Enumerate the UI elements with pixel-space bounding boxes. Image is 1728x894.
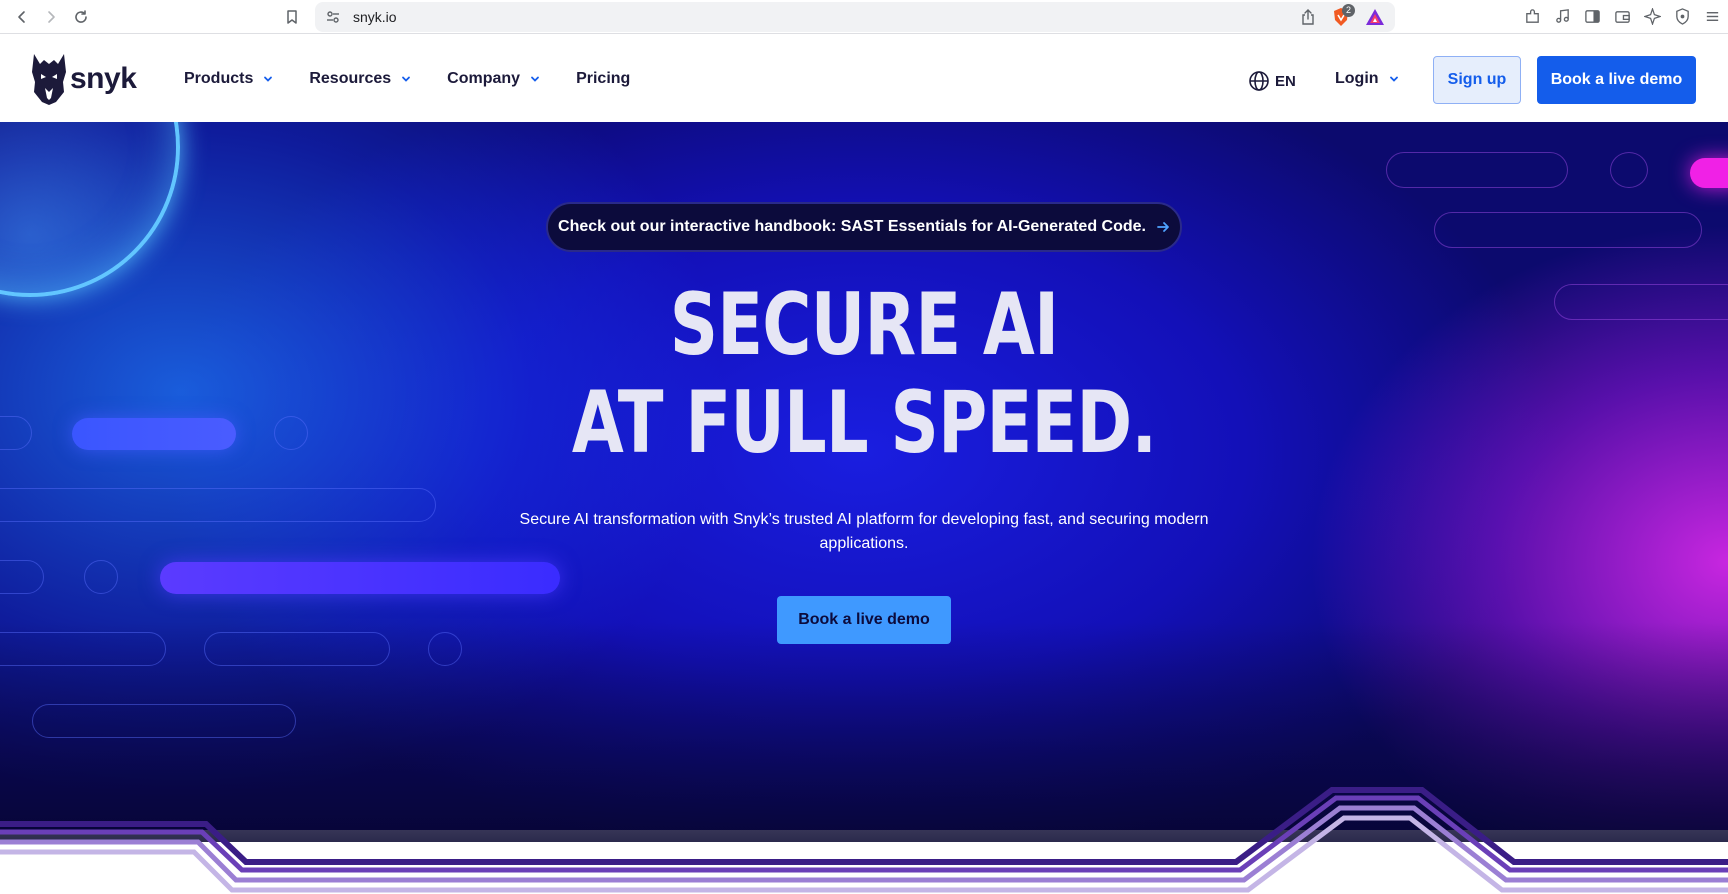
language-selector[interactable]: EN [1248, 70, 1296, 92]
site-header: snyk Products Resources Company Pricing … [0, 34, 1728, 122]
sidebar-icon[interactable] [1582, 6, 1602, 26]
login-label: Login [1335, 70, 1379, 87]
chevron-down-icon [264, 76, 273, 82]
reload-icon[interactable] [70, 6, 92, 28]
snyk-dog-icon [32, 54, 66, 105]
arrow-right-icon [1157, 222, 1169, 232]
nav-company-label: Company [447, 70, 521, 87]
shield-count-badge: 2 [1342, 4, 1355, 17]
wallet-icon[interactable] [1612, 6, 1632, 26]
share-icon[interactable] [1299, 8, 1317, 26]
headline-line-2: AT FULL SPEED. [571, 373, 1157, 473]
decor-pill [1434, 212, 1702, 248]
main-nav: Products Resources Company Pricing [184, 70, 666, 88]
decor-pill [204, 632, 390, 666]
snyk-logo[interactable]: snyk [30, 52, 137, 106]
chevron-down-icon [402, 76, 411, 82]
address-bar[interactable]: snyk.io 2 [315, 2, 1395, 32]
nav-pricing[interactable]: Pricing [576, 70, 630, 88]
media-icon[interactable] [1552, 6, 1572, 26]
hero-headline: SECURE AI AT FULL SPEED. [190, 276, 1538, 472]
decor-circle [84, 560, 118, 594]
chevron-down-icon [1389, 76, 1398, 82]
decor-pill [0, 632, 166, 666]
logo-text: snyk [70, 62, 137, 95]
headline-line-1: SECURE AI [669, 275, 1059, 375]
decor-pill [0, 488, 436, 522]
announcement-text: Check out our interactive handbook: SAST… [558, 218, 1146, 235]
decor-stripes [0, 787, 1728, 893]
url-text[interactable]: snyk.io [353, 9, 397, 25]
nav-company[interactable]: Company [447, 70, 540, 88]
nav-products-label: Products [184, 70, 254, 87]
browser-toolbar: snyk.io 2 [0, 0, 1728, 34]
book-demo-button-hero[interactable]: Book a live demo [777, 596, 951, 644]
chevron-down-icon [531, 76, 539, 82]
back-icon[interactable] [11, 6, 33, 28]
bookmark-icon[interactable] [281, 6, 303, 28]
decor-pill [1554, 284, 1728, 320]
nav-pricing-label: Pricing [576, 70, 631, 87]
sign-up-button[interactable]: Sign up [1433, 56, 1521, 104]
leo-ai-icon[interactable] [1642, 6, 1662, 26]
decor-glow-pill [160, 562, 560, 594]
decor-glow-pill [1690, 158, 1728, 188]
extension-toolbar [1522, 6, 1722, 26]
site-settings-icon[interactable] [325, 9, 341, 25]
forward-icon[interactable] [40, 6, 62, 28]
nav-resources[interactable]: Resources [309, 70, 411, 88]
login-menu[interactable]: Login [1335, 70, 1399, 88]
language-label: EN [1275, 72, 1296, 90]
hero-section: Check out our interactive handbook: SAST… [0, 122, 1728, 894]
decor-pill [1386, 152, 1568, 188]
hero-subtitle: Secure AI transformation with Snyk’s tru… [519, 511, 1209, 552]
nav-resources-label: Resources [309, 70, 392, 87]
extensions-icon[interactable] [1522, 6, 1542, 26]
decor-pill [0, 560, 44, 594]
nav-products[interactable]: Products [184, 70, 273, 88]
book-demo-button-header[interactable]: Book a live demo [1537, 56, 1696, 104]
decor-circle [428, 632, 462, 666]
announcement-banner[interactable]: Check out our interactive handbook: SAST… [546, 202, 1182, 252]
brave-rewards-icon[interactable] [1365, 8, 1385, 26]
globe-icon [1249, 71, 1269, 91]
menu-icon[interactable] [1702, 6, 1722, 26]
vpn-icon[interactable] [1672, 6, 1692, 26]
decor-circle [1610, 152, 1648, 188]
